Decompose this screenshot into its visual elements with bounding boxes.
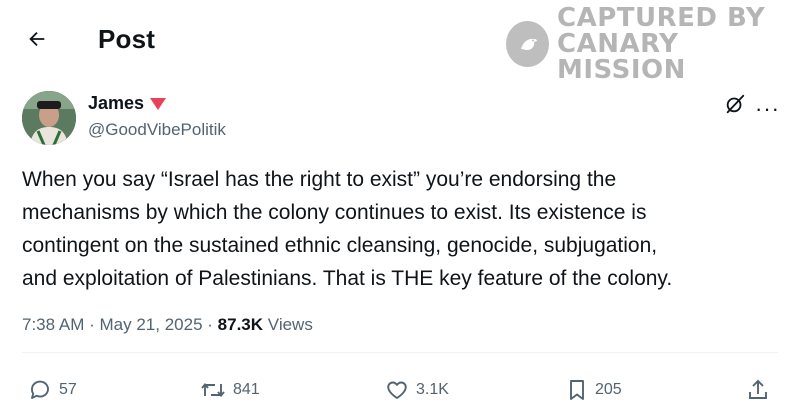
repost-count: 841 (233, 381, 260, 398)
reply-icon (31, 380, 49, 399)
triangle-badge-icon (150, 97, 167, 110)
post-time[interactable]: 7:38 AM (22, 315, 84, 335)
post-text-line: mechanisms by which the colony continues… (22, 201, 647, 224)
post-author[interactable]: James @GoodVibePolitik (88, 93, 226, 140)
bookmark-button[interactable]: 205 (566, 378, 622, 402)
post-header: Post CAPTURED BY CANARY MISSION (0, 0, 800, 83)
bookmark-icon (570, 380, 584, 400)
reply-count: 57 (59, 381, 77, 398)
repost-button[interactable]: 841 (200, 378, 260, 402)
like-button[interactable]: 3.1K (385, 378, 449, 402)
post-text-line: and exploitation of Palestinians. That i… (22, 267, 673, 290)
action-bar: 57 841 3.1K 205 (0, 370, 800, 414)
watermark: CAPTURED BY CANARY MISSION (506, 5, 800, 83)
author-handle[interactable]: @GoodVibePolitik (88, 120, 226, 140)
post-date[interactable]: May 21, 2025 (100, 315, 203, 335)
repost-icon (201, 383, 225, 397)
watermark-line-1: CAPTURED BY (557, 3, 766, 33)
views-label: Views (267, 315, 313, 334)
views-count: 87.3K (217, 315, 264, 334)
canary-bird-icon (506, 21, 549, 67)
post-meta: 7:38 AM · May 21, 2025 · 87.3K Views (22, 315, 313, 335)
post-text-line: contingent on the sustained ethnic clean… (22, 234, 658, 257)
grok-icon (726, 94, 745, 114)
heart-icon (387, 381, 407, 399)
more-options-icon[interactable]: ··· (755, 98, 780, 120)
bookmark-count: 205 (595, 381, 622, 398)
back-button[interactable] (22, 24, 52, 54)
share-button[interactable] (746, 378, 770, 402)
like-count: 3.1K (416, 381, 449, 398)
share-icon (749, 379, 767, 399)
divider (22, 352, 778, 353)
author-name[interactable]: James (88, 93, 144, 114)
watermark-line-2: CANARY MISSION (557, 29, 686, 85)
page-title: Post (98, 24, 156, 54)
arrow-left-icon (29, 31, 45, 47)
post-text: When you say “Israel has the right to ex… (22, 163, 782, 295)
post-text-line: When you say “Israel has the right to ex… (22, 168, 617, 191)
avatar[interactable] (22, 91, 76, 145)
reply-button[interactable]: 57 (28, 378, 77, 402)
grok-button[interactable] (724, 93, 746, 115)
